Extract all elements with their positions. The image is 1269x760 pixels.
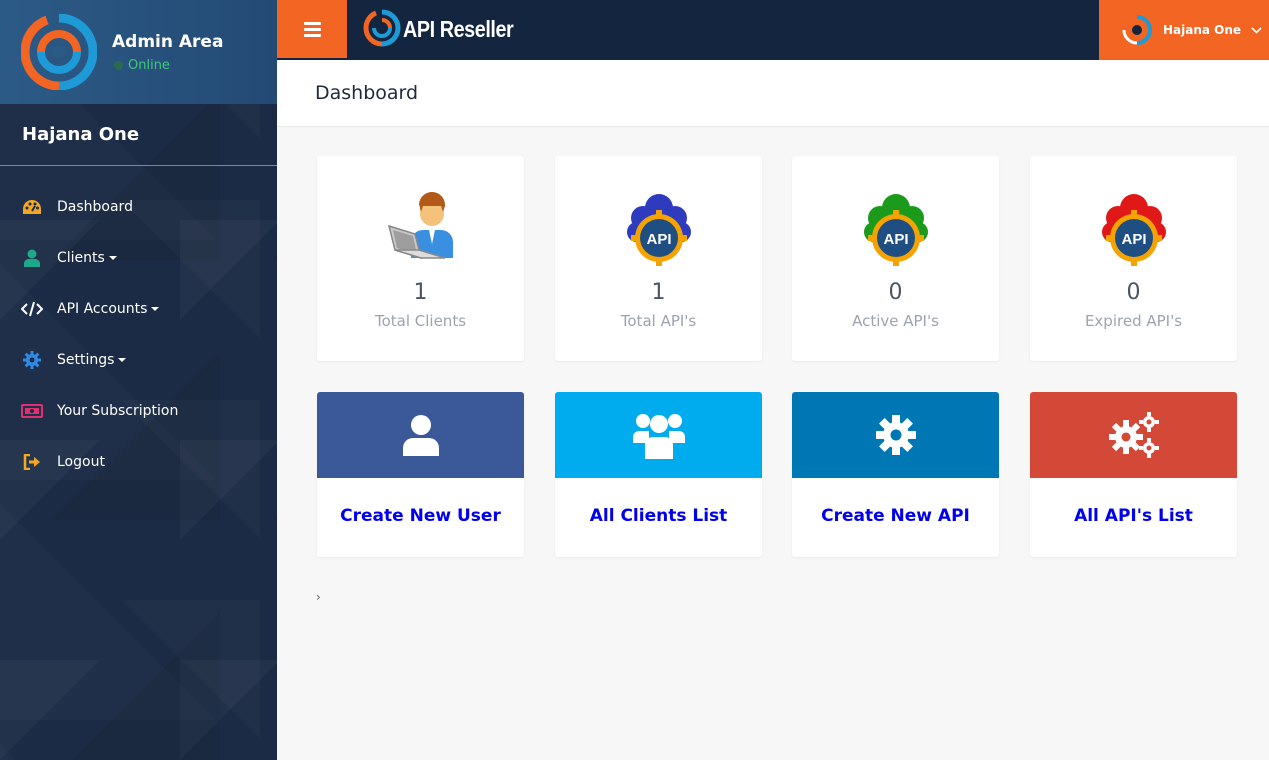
code-icon <box>21 299 43 319</box>
create-new-api-card[interactable]: Create New API <box>792 392 999 557</box>
sidebar-item-label: API Accounts <box>57 300 148 317</box>
all-clients-list-card[interactable]: All Clients List <box>555 392 762 557</box>
user-icon <box>21 248 43 268</box>
api-cloud-green-icon: API <box>864 194 928 266</box>
api-cloud-blue-icon: API <box>627 194 691 266</box>
action-band <box>317 392 524 478</box>
action-band <box>792 392 999 478</box>
menu-toggle-button[interactable] <box>277 0 347 58</box>
sidebar-item-logout[interactable]: Logout <box>0 436 277 487</box>
stat-value: 1 <box>413 280 428 305</box>
sidebar-item-api-accounts[interactable]: API Accounts <box>0 283 277 334</box>
stat-card-total-clients: 1 Total Clients <box>317 156 524 361</box>
admin-logo-icon <box>21 14 97 90</box>
brand-name: API Reseller <box>403 15 514 42</box>
page-header: Dashboard <box>277 60 1269 127</box>
topbar: API Reseller Hajana One <box>277 0 1269 60</box>
create-new-user-link[interactable]: Create New User <box>317 506 524 526</box>
caret-down-icon <box>108 255 117 260</box>
status-dot-icon <box>114 61 123 70</box>
logout-icon <box>21 452 43 472</box>
user-menu[interactable]: Hajana One <box>1099 0 1269 60</box>
dashboard-icon <box>21 197 43 217</box>
stat-card-total-apis: API 1 Total API's <box>555 156 762 361</box>
stat-value: 0 <box>1126 280 1141 305</box>
sidebar-item-subscription[interactable]: Your Subscription <box>0 385 277 436</box>
create-new-api-link[interactable]: Create New API <box>792 506 999 526</box>
sidebar: Admin Area Online Hajana One Dashboard C… <box>0 0 277 760</box>
svg-text:API: API <box>1121 231 1146 248</box>
sidebar-user-name: Hajana One <box>0 104 277 166</box>
user-menu-name: Hajana One <box>1163 23 1242 37</box>
api-cloud-red-icon: API <box>1102 194 1166 266</box>
sidebar-item-label: Logout <box>57 453 105 470</box>
all-apis-list-card[interactable]: All API's List <box>1030 392 1237 557</box>
sidebar-item-label: Dashboard <box>57 198 133 215</box>
stat-card-active-apis: API 0 Active API's <box>792 156 999 361</box>
stat-label: Total API's <box>620 312 697 330</box>
stat-card-expired-apis: API 0 Expired API's <box>1030 156 1237 361</box>
stat-value: 1 <box>651 280 666 305</box>
svg-text:API: API <box>646 231 671 248</box>
brand[interactable]: API Reseller <box>363 6 531 52</box>
sidebar-item-clients[interactable]: Clients <box>0 232 277 283</box>
status-text: Online <box>128 58 170 73</box>
gears-icon <box>1108 412 1159 458</box>
hamburger-icon <box>303 21 321 25</box>
action-band <box>1030 392 1237 478</box>
sidebar-item-dashboard[interactable]: Dashboard <box>0 181 277 232</box>
breadcrumb-arrow[interactable]: › <box>316 590 321 604</box>
stat-label: Total Clients <box>374 312 467 330</box>
create-new-user-card[interactable]: Create New User <box>317 392 524 557</box>
sidebar-header: Admin Area Online <box>0 0 277 104</box>
sidebar-title: Admin Area <box>112 32 224 52</box>
sidebar-item-label: Clients <box>57 249 105 266</box>
gear-icon <box>21 350 43 370</box>
caret-down-icon <box>118 357 127 362</box>
avatar <box>1122 15 1152 45</box>
users-icon <box>632 414 685 459</box>
gear-icon <box>875 415 916 455</box>
brand-logo-icon <box>363 9 401 47</box>
all-clients-list-link[interactable]: All Clients List <box>555 506 762 526</box>
all-apis-list-link[interactable]: All API's List <box>1030 506 1237 526</box>
caret-down-icon <box>151 306 160 311</box>
page-title: Dashboard <box>315 82 419 104</box>
sidebar-nav: Dashboard Clients API Accounts Settings … <box>0 166 277 487</box>
client-laptop-icon <box>387 192 453 260</box>
user-icon <box>402 415 439 456</box>
sidebar-item-label: Your Subscription <box>57 402 179 419</box>
stat-value: 0 <box>888 280 903 305</box>
stat-label: Active API's <box>852 312 939 330</box>
sidebar-item-label: Settings <box>57 351 115 368</box>
online-status: Online <box>114 58 170 73</box>
money-icon <box>21 401 43 421</box>
stat-label: Expired API's <box>1084 312 1183 330</box>
action-band <box>555 392 762 478</box>
sidebar-item-settings[interactable]: Settings <box>0 334 277 385</box>
svg-text:API: API <box>883 231 908 248</box>
chevron-down-icon <box>1251 26 1262 34</box>
